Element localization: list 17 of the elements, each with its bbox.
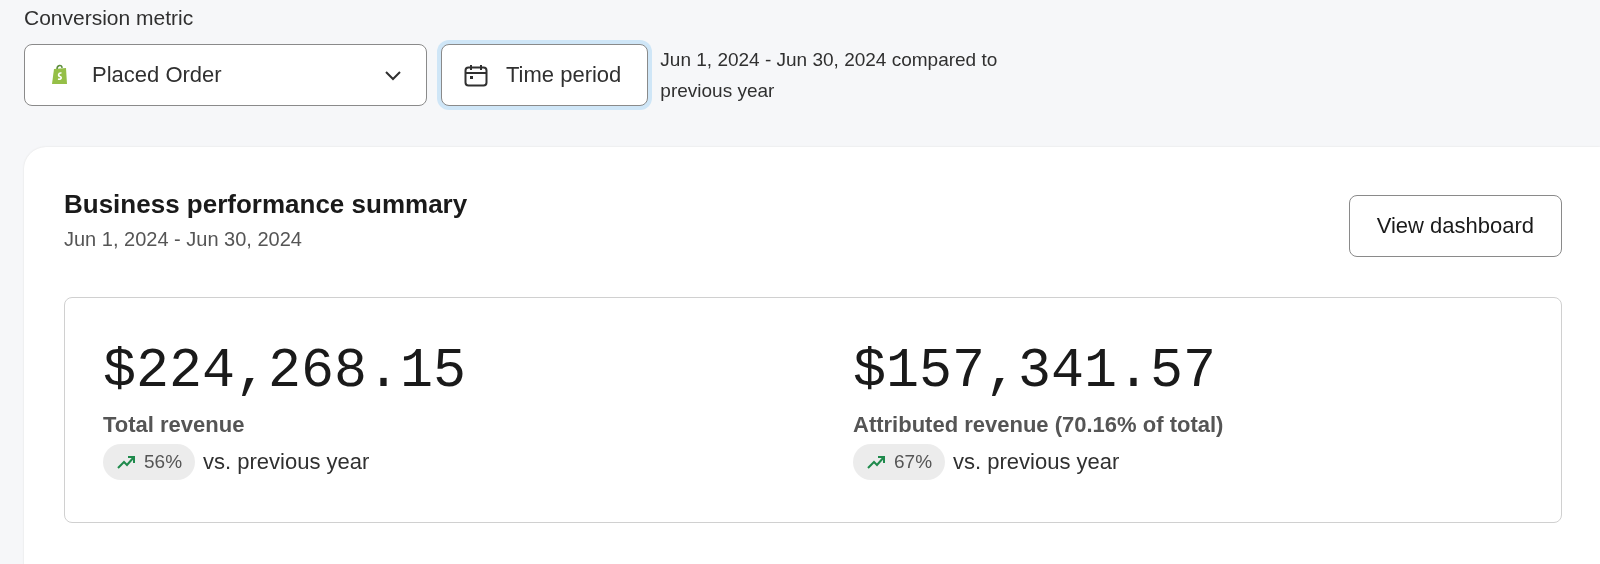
metric-label: Total revenue — [103, 412, 246, 438]
change-percent: 67% — [894, 451, 933, 473]
change-percent: 56% — [144, 451, 183, 473]
metric-value: $224,268.15 — [103, 344, 468, 400]
metric-value: $157,341.57 — [853, 344, 1218, 400]
date-range: Jun 1, 2024 - Jun 30, 2024 — [64, 228, 303, 251]
view-dashboard-button[interactable]: View dashboard — [1348, 195, 1562, 257]
metric-select[interactable]: Placed Order — [24, 44, 427, 106]
field-label: Conversion metric — [24, 6, 194, 30]
calendar-icon — [464, 63, 488, 87]
bag-icon — [49, 63, 70, 87]
card-title: Business performance summary — [64, 189, 468, 220]
period-note: Jun 1, 2024 - Jun 30, 2024 compared to previous year — [660, 48, 999, 103]
comparison-text: vs. previous year — [953, 449, 1120, 475]
chevron-down-icon — [384, 69, 402, 81]
metric-label: Attributed revenue (70.16% of total) — [853, 412, 1225, 438]
comparison-text: vs. previous year — [203, 449, 370, 475]
